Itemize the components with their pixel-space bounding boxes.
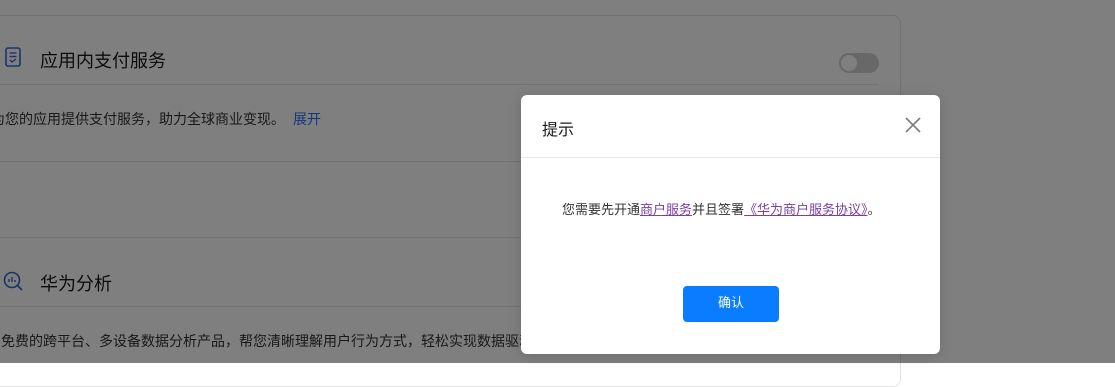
prompt-dialog: 提示 您需要先开通商户服务并且签署《华为商户服务协议》。 确认 — [521, 95, 940, 354]
confirm-button[interactable]: 确认 — [683, 286, 779, 322]
dialog-header: 提示 — [521, 95, 940, 158]
merchant-service-link[interactable]: 商户服务 — [640, 203, 692, 218]
dialog-message: 您需要先开通商户服务并且签署《华为商户服务协议》。 — [562, 199, 882, 223]
dialog-title: 提示 — [542, 120, 575, 139]
merchant-agreement-link[interactable]: 《华为商户服务协议》 — [744, 203, 868, 218]
close-icon[interactable] — [902, 114, 924, 136]
message-suffix: 。 — [867, 203, 881, 218]
message-prefix: 您需要先开通 — [562, 203, 641, 218]
message-middle: 并且签署 — [692, 203, 745, 218]
